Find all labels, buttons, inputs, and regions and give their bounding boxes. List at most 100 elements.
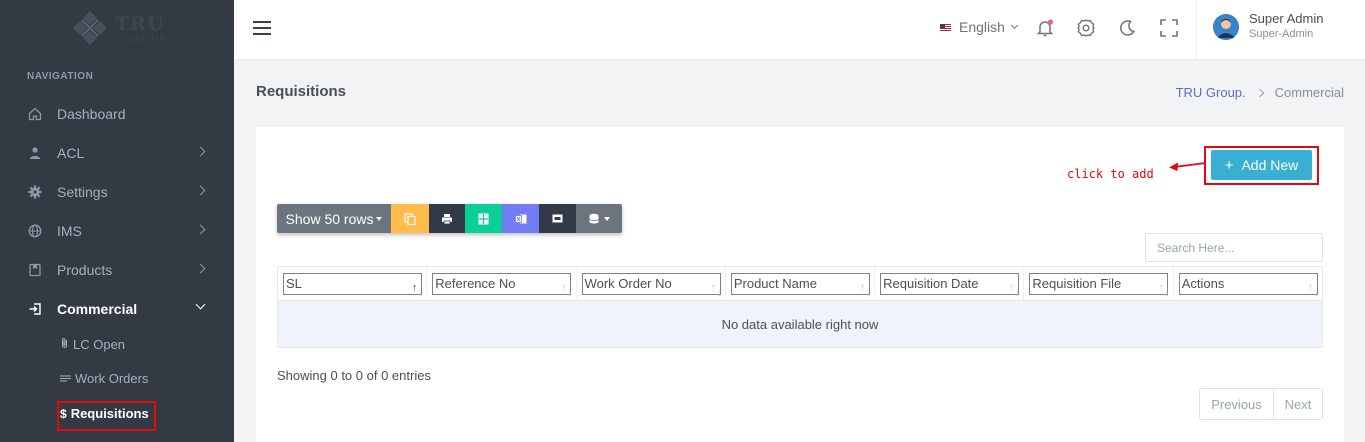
csv-export-button[interactable] xyxy=(465,204,502,233)
user-menu[interactable]: Super Admin Super-Admin xyxy=(1196,0,1365,59)
previous-page-button[interactable]: Previous xyxy=(1200,389,1274,419)
column-header-product-name[interactable]: Product Name ↑ ↓ xyxy=(726,267,876,300)
sidebar-item-acl[interactable]: ACL xyxy=(0,135,234,171)
sidebar-item-commercial[interactable]: Commercial xyxy=(0,291,234,327)
sort-desc-icon: ↓ xyxy=(567,287,573,299)
sort-desc-icon: ↓ xyxy=(417,287,424,299)
show-rows-button[interactable]: Show 50 rows xyxy=(277,204,391,233)
sidebar-item-products[interactable]: Products xyxy=(0,252,234,288)
column-header-label[interactable]: SL xyxy=(283,273,422,295)
column-header-reference-no[interactable]: Reference No ↑ ↓ xyxy=(427,267,577,300)
sidebar-item-ims[interactable]: IMS xyxy=(0,213,234,249)
sidebar-subitem-label: Work Orders xyxy=(75,371,149,386)
sort-asc-icon: ↑ xyxy=(1008,282,1015,294)
caret-down-icon xyxy=(376,216,383,221)
sidebar-subitem-lc-open[interactable]: LC Open xyxy=(60,337,125,352)
paperclip-icon xyxy=(60,337,69,352)
gear-icon xyxy=(28,185,42,199)
column-header-label[interactable]: Reference No xyxy=(432,273,572,295)
bookmark-icon xyxy=(29,263,41,277)
language-selector[interactable]: English xyxy=(940,19,1018,35)
nav-title: NAVIGATION xyxy=(27,71,94,82)
sort-asc-icon: ↑ xyxy=(411,282,418,294)
brand-name: TRU xyxy=(115,13,165,35)
copy-icon xyxy=(404,212,416,225)
sidebar-item-label: IMS xyxy=(57,223,82,239)
chevron-right-icon xyxy=(195,146,206,157)
column-header-label[interactable]: Requisition Date xyxy=(880,273,1020,295)
table-header-row: SL ↑ ↓ Reference No ↑ ↓ Work Order No ↑ … xyxy=(278,267,1322,301)
sidebar-item-dashboard[interactable]: Dashboard xyxy=(0,96,234,132)
column-header-sl[interactable]: SL ↑ ↓ xyxy=(278,267,428,300)
sidebar-item-label: ACL xyxy=(57,145,85,161)
breadcrumb: TRU Group. Commercial xyxy=(1176,85,1344,100)
sidebar-subitem-label: LC Open xyxy=(73,337,126,352)
column-header-label[interactable]: Requisition File xyxy=(1029,273,1169,295)
sort-asc-icon: ↑ xyxy=(710,282,716,294)
sidebar-item-label: Products xyxy=(57,262,113,278)
avatar xyxy=(1213,14,1239,40)
column-header-requisition-date[interactable]: Requisition Date ↑ ↓ xyxy=(875,267,1025,300)
show-rows-label: Show 50 rows xyxy=(285,210,374,227)
column-visibility-button[interactable] xyxy=(576,204,622,233)
sort-desc-icon: ↓ xyxy=(1014,287,1021,299)
annotation-highlight-add-new xyxy=(1204,146,1319,185)
sidebar-item-label: Commercial xyxy=(57,301,138,317)
table-file-icon xyxy=(478,213,489,224)
pdf-file-icon xyxy=(552,214,563,223)
sort-asc-icon: ↑ xyxy=(1158,282,1164,294)
copy-button[interactable] xyxy=(391,204,429,233)
page-title: Requisitions xyxy=(256,83,347,100)
excel-file-icon xyxy=(514,214,526,223)
brand-logo[interactable]: TRU GROUP xyxy=(70,10,170,50)
language-label: English xyxy=(959,19,1005,35)
sort-asc-icon: ↑ xyxy=(1307,282,1313,294)
home-icon xyxy=(28,107,42,121)
search-input[interactable] xyxy=(1145,233,1323,262)
sidebar-item-settings[interactable]: Settings xyxy=(0,174,234,210)
chevron-right-icon xyxy=(195,224,206,235)
breadcrumb-separator-icon xyxy=(1255,88,1264,97)
column-header-label[interactable]: Product Name xyxy=(730,273,870,295)
column-header-requisition-file[interactable]: Requisition File ↑ ↓ xyxy=(1024,267,1174,300)
chevron-right-icon xyxy=(195,185,206,196)
menu-toggle-icon[interactable] xyxy=(253,21,271,35)
sidebar-item-label: Settings xyxy=(57,184,108,200)
column-header-actions[interactable]: Actions ↑ ↓ xyxy=(1174,267,1322,300)
empty-table-message: No data available right now xyxy=(278,301,1322,347)
print-button[interactable] xyxy=(429,204,465,233)
sort-asc-icon: ↑ xyxy=(859,282,866,294)
sort-desc-icon: ↓ xyxy=(1164,287,1170,299)
table-info: Showing 0 to 0 of 0 entries xyxy=(277,368,431,383)
pdf-export-button[interactable] xyxy=(539,204,576,233)
caret-down-icon xyxy=(603,216,610,221)
table-toolbar: Show 50 rows xyxy=(277,204,622,233)
print-icon xyxy=(442,213,452,224)
logo-mark-icon xyxy=(73,11,107,45)
user-role: Super-Admin xyxy=(1249,28,1314,40)
column-header-label[interactable]: Work Order No xyxy=(581,273,721,295)
annotation-hint-text: click to add xyxy=(1067,167,1154,181)
sort-asc-icon: ↑ xyxy=(561,282,567,294)
top-header: English Super Admin Super-Admin xyxy=(234,0,1365,59)
excel-export-button[interactable] xyxy=(502,204,539,233)
brand-sub: GROUP xyxy=(126,35,168,44)
globe-icon xyxy=(28,224,42,238)
user-name: Super Admin xyxy=(1249,11,1324,26)
column-header-work-order-no[interactable]: Work Order No ↑ ↓ xyxy=(577,267,726,300)
sidebar-subitem-work-orders[interactable]: Work Orders xyxy=(60,371,148,386)
chevron-down-icon xyxy=(195,299,206,310)
sort-desc-icon: ↓ xyxy=(716,287,722,299)
us-flag-icon xyxy=(940,23,951,31)
user-icon xyxy=(30,147,40,159)
dark-mode-moon-icon[interactable] xyxy=(1116,17,1138,39)
breadcrumb-link-home[interactable]: TRU Group. xyxy=(1176,85,1246,100)
requisitions-table: SL ↑ ↓ Reference No ↑ ↓ Work Order No ↑ … xyxy=(277,266,1323,348)
sidebar-item-label: Dashboard xyxy=(57,106,126,122)
column-header-label[interactable]: Actions xyxy=(1178,273,1318,295)
notification-bell-icon[interactable] xyxy=(1034,17,1056,39)
annotation-arrow-icon xyxy=(1169,162,1207,171)
fullscreen-icon[interactable] xyxy=(1158,17,1180,39)
next-page-button[interactable]: Next xyxy=(1274,389,1322,419)
settings-gear-icon[interactable] xyxy=(1075,17,1097,39)
